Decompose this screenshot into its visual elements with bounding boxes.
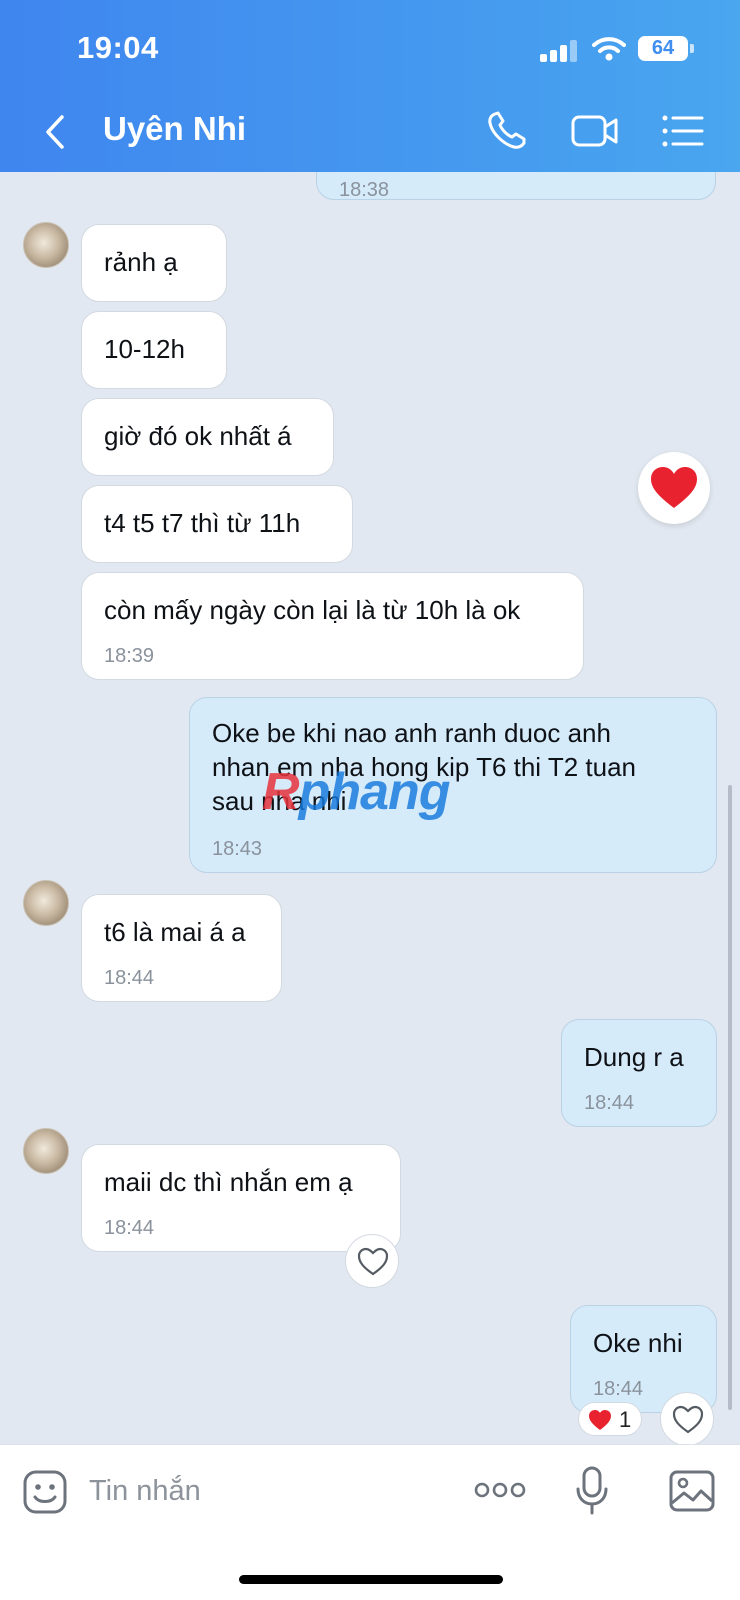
message-incoming[interactable]: 10-12h [81,311,227,389]
react-button[interactable] [345,1234,399,1288]
message-text-line: Oke be khi nao anh ranh duoc anh [212,718,611,748]
chat-header: 19:04 64 Uyên Nhi [0,0,740,172]
react-button[interactable] [660,1392,714,1444]
sticker-icon[interactable] [22,1469,68,1515]
more-icon[interactable] [474,1479,526,1501]
avatar[interactable] [23,880,69,926]
avatar[interactable] [23,1128,69,1174]
heart-icon [589,1410,611,1430]
message-time: 18:44 [584,1092,635,1114]
battery-indicator: 64 [638,36,688,61]
reaction-button[interactable] [638,452,710,524]
heart-outline-icon [672,1405,704,1434]
message-text: maii dc thì nhắn em ạ [104,1167,353,1197]
message-text: giờ đó ok nhất á [104,421,292,451]
avatar[interactable] [23,222,69,268]
message-outgoing[interactable]: Dung r a 18:44 [561,1019,717,1127]
message-incoming[interactable]: rảnh ạ [81,224,227,302]
message-time: 18:44 [104,1217,155,1239]
message-text: t6 là mai á a [104,917,246,947]
back-button[interactable] [40,112,70,152]
message-incoming[interactable]: t6 là mai á a 18:44 [81,894,282,1002]
image-icon[interactable] [668,1469,716,1513]
message-composer: Tin nhắn [0,1444,740,1600]
message-text: Oke nhi [593,1328,683,1358]
cellular-signal-icon [540,40,578,62]
message-text: t4 t5 t7 thì từ 11h [104,508,301,538]
heart-outline-icon [357,1247,389,1276]
home-indicator [239,1575,503,1584]
message-input[interactable]: Tin nhắn [89,1475,201,1508]
message-time: 18:43 [212,838,263,860]
message-time: 18:39 [104,645,155,667]
reaction-count: 1 [619,1407,632,1432]
message-text: Dung r a [584,1042,684,1072]
message-outgoing[interactable]: 18:38 [316,172,716,201]
message-list[interactable]: 18:38 rảnh ạ 10-12h giờ đó ok nhất á t4 … [0,172,740,1444]
scrollbar[interactable] [728,785,732,1410]
message-time: 18:38 [339,179,390,201]
message-time: 18:44 [104,967,155,989]
microphone-icon[interactable] [574,1465,610,1517]
video-call-icon[interactable] [570,108,620,154]
message-incoming[interactable]: còn mấy ngày còn lại là từ 10h là ok 18:… [81,572,584,680]
message-text: 10-12h [104,334,185,364]
message-incoming[interactable]: t4 t5 t7 thì từ 11h [81,485,353,563]
battery-tip [690,44,694,53]
wifi-icon [592,37,626,61]
phone-icon[interactable] [483,108,533,154]
contact-name[interactable]: Uyên Nhi [103,110,246,148]
reaction-summary[interactable]: 1 [578,1402,642,1436]
watermark-logo: Rphang [262,763,451,821]
message-text: còn mấy ngày còn lại là từ 10h là ok [104,595,521,625]
heart-icon [651,467,697,508]
menu-list-icon[interactable] [660,108,710,154]
message-time: 18:44 [593,1378,644,1400]
message-incoming[interactable]: giờ đó ok nhất á [81,398,334,476]
status-time: 19:04 [77,30,159,65]
message-text: rảnh ạ [104,247,178,277]
